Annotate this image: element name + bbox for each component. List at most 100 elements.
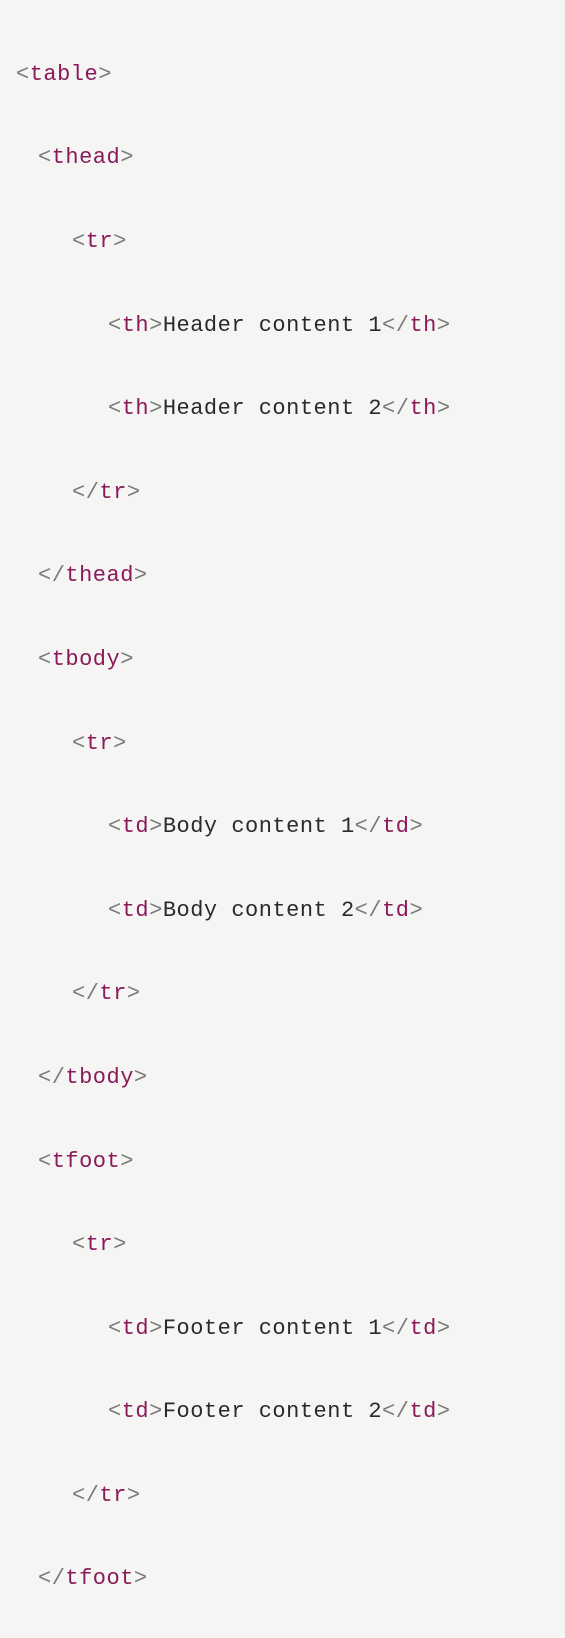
close-bracket: > bbox=[127, 981, 141, 1006]
tag-tr-close: tr bbox=[99, 1483, 126, 1508]
open-bracket: < bbox=[72, 229, 86, 254]
close-bracket: > bbox=[98, 62, 112, 87]
code-block: <table> <thead> <tr> <th>Header content … bbox=[16, 12, 549, 1638]
open-bracket: </ bbox=[38, 1566, 65, 1591]
close-bracket: > bbox=[149, 814, 163, 839]
code-line-4: <th>Header content 1</th> bbox=[16, 305, 549, 347]
code-line-14: <tfoot> bbox=[16, 1141, 549, 1183]
code-line-11: <td>Body content 2</td> bbox=[16, 890, 549, 932]
code-line-6: </tr> bbox=[16, 472, 549, 514]
close-bracket: > bbox=[134, 563, 148, 588]
close-bracket: > bbox=[149, 1316, 163, 1341]
open-bracket: < bbox=[108, 396, 122, 421]
open-bracket: < bbox=[108, 1316, 122, 1341]
open-bracket: < bbox=[108, 1399, 122, 1424]
open-bracket: </ bbox=[382, 1316, 409, 1341]
close-bracket: > bbox=[149, 396, 163, 421]
open-bracket: </ bbox=[382, 1399, 409, 1424]
tag-tr-close: tr bbox=[99, 981, 126, 1006]
tag-th-open: th bbox=[122, 396, 149, 421]
text-body1: Body content 1 bbox=[163, 814, 355, 839]
tag-tr-close: tr bbox=[99, 480, 126, 505]
open-bracket: </ bbox=[38, 563, 65, 588]
close-bracket: > bbox=[120, 145, 134, 170]
code-line-2: <thead> bbox=[16, 137, 549, 179]
close-bracket: > bbox=[437, 1316, 451, 1341]
tag-tfoot-close: tfoot bbox=[65, 1566, 134, 1591]
close-bracket: > bbox=[437, 396, 451, 421]
open-bracket: </ bbox=[382, 313, 409, 338]
code-line-9: <tr> bbox=[16, 723, 549, 765]
close-bracket: > bbox=[437, 1399, 451, 1424]
open-bracket: </ bbox=[72, 1483, 99, 1508]
code-line-15: <tr> bbox=[16, 1224, 549, 1266]
tag-td-open: td bbox=[122, 814, 149, 839]
code-line-3: <tr> bbox=[16, 221, 549, 263]
open-bracket: < bbox=[72, 731, 86, 756]
text-footer2: Footer content 2 bbox=[163, 1399, 382, 1424]
close-bracket: > bbox=[149, 313, 163, 338]
tag-td-close: td bbox=[409, 1399, 436, 1424]
tag-th-open: th bbox=[122, 313, 149, 338]
tag-td-open: td bbox=[122, 1399, 149, 1424]
tag-td-close: td bbox=[382, 898, 409, 923]
tag-tbody-close: tbody bbox=[65, 1065, 134, 1090]
close-bracket: > bbox=[127, 1483, 141, 1508]
open-bracket: < bbox=[16, 62, 30, 87]
code-line-18: </tr> bbox=[16, 1475, 549, 1517]
text-header2: Header content 2 bbox=[163, 396, 382, 421]
tag-td-close: td bbox=[409, 1316, 436, 1341]
close-bracket: > bbox=[120, 647, 134, 672]
text-body2: Body content 2 bbox=[163, 898, 355, 923]
close-bracket: > bbox=[409, 814, 423, 839]
tag-thead-close: thead bbox=[65, 563, 134, 588]
close-bracket: > bbox=[120, 1149, 134, 1174]
tag-th-close: th bbox=[409, 396, 436, 421]
code-line-16: <td>Footer content 1</td> bbox=[16, 1308, 549, 1350]
text-header1: Header content 1 bbox=[163, 313, 382, 338]
tag-tr-open: tr bbox=[86, 731, 113, 756]
close-bracket: > bbox=[134, 1566, 148, 1591]
open-bracket: < bbox=[38, 647, 52, 672]
open-bracket: < bbox=[108, 898, 122, 923]
close-bracket: > bbox=[134, 1065, 148, 1090]
tag-table-open: table bbox=[30, 62, 99, 87]
tag-tfoot-open: tfoot bbox=[52, 1149, 121, 1174]
code-line-10: <td>Body content 1</td> bbox=[16, 806, 549, 848]
open-bracket: </ bbox=[382, 396, 409, 421]
open-bracket: </ bbox=[72, 981, 99, 1006]
close-bracket: > bbox=[409, 898, 423, 923]
open-bracket: < bbox=[72, 1232, 86, 1257]
open-bracket: </ bbox=[355, 898, 382, 923]
code-line-8: <tbody> bbox=[16, 639, 549, 681]
close-bracket: > bbox=[127, 480, 141, 505]
open-bracket: </ bbox=[72, 480, 99, 505]
close-bracket: > bbox=[113, 1232, 127, 1257]
open-bracket: </ bbox=[355, 814, 382, 839]
tag-thead-open: thead bbox=[52, 145, 121, 170]
open-bracket: < bbox=[108, 814, 122, 839]
open-bracket: </ bbox=[38, 1065, 65, 1090]
close-bracket: > bbox=[113, 731, 127, 756]
code-line-5: <th>Header content 2</th> bbox=[16, 388, 549, 430]
close-bracket: > bbox=[149, 898, 163, 923]
open-bracket: < bbox=[38, 1149, 52, 1174]
tag-tbody-open: tbody bbox=[52, 647, 121, 672]
tag-tr-open: tr bbox=[86, 1232, 113, 1257]
tag-td-open: td bbox=[122, 898, 149, 923]
tag-td-close: td bbox=[382, 814, 409, 839]
tag-td-open: td bbox=[122, 1316, 149, 1341]
tag-tr-open: tr bbox=[86, 229, 113, 254]
open-bracket: < bbox=[38, 145, 52, 170]
close-bracket: > bbox=[113, 229, 127, 254]
text-footer1: Footer content 1 bbox=[163, 1316, 382, 1341]
open-bracket: < bbox=[108, 313, 122, 338]
code-line-19: </tfoot> bbox=[16, 1558, 549, 1600]
tag-th-close: th bbox=[409, 313, 436, 338]
code-line-1: <table> bbox=[16, 54, 549, 96]
code-line-7: </thead> bbox=[16, 555, 549, 597]
close-bracket: > bbox=[149, 1399, 163, 1424]
code-line-13: </tbody> bbox=[16, 1057, 549, 1099]
code-line-17: <td>Footer content 2</td> bbox=[16, 1391, 549, 1433]
close-bracket: > bbox=[437, 313, 451, 338]
